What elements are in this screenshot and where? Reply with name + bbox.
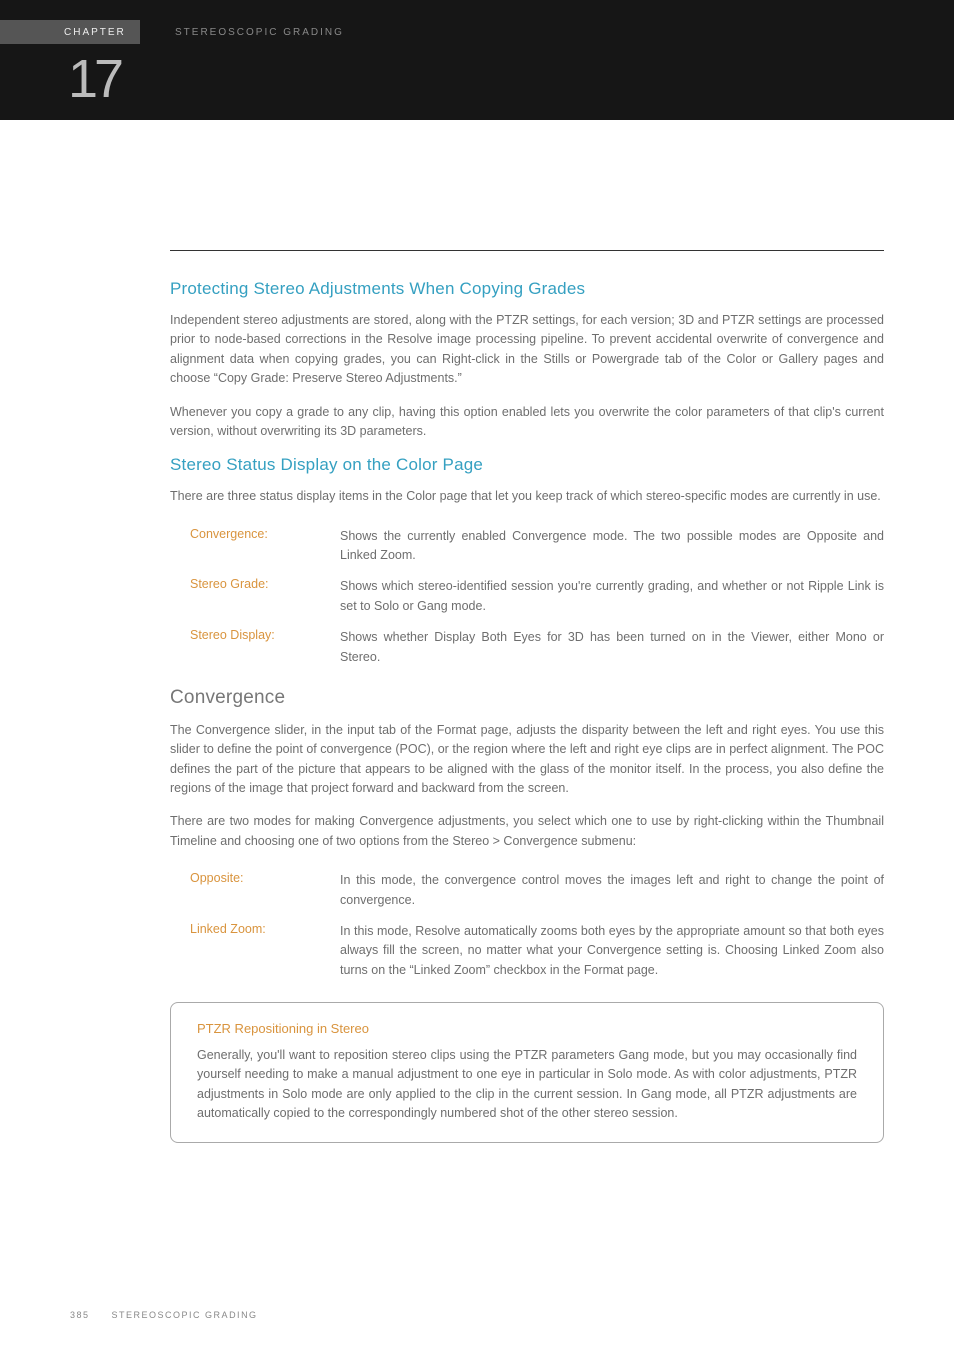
definition-list-convergence: Opposite: In this mode, the convergence … xyxy=(170,865,884,986)
definition-row: Stereo Grade: Shows which stereo-identif… xyxy=(170,571,884,622)
page-footer: 385 STEREOSCOPIC GRADING xyxy=(70,1310,258,1320)
header-bar: CHAPTER STEREOSCOPIC GRADING 17 xyxy=(0,0,954,120)
definition-desc: Shows which stereo-identified session yo… xyxy=(340,571,884,622)
definition-row: Convergence: Shows the currently enabled… xyxy=(170,521,884,572)
page: CHAPTER STEREOSCOPIC GRADING 17 Protecti… xyxy=(0,0,954,1350)
definition-list-status: Convergence: Shows the currently enabled… xyxy=(170,521,884,673)
chapter-number: 17 xyxy=(68,48,120,110)
definition-term: Opposite: xyxy=(170,865,340,916)
header-section-title: STEREOSCOPIC GRADING xyxy=(175,20,344,44)
page-number: 385 xyxy=(70,1310,90,1320)
definition-term: Convergence: xyxy=(170,521,340,572)
definition-row: Linked Zoom: In this mode, Resolve autom… xyxy=(170,916,884,986)
heading-convergence: Convergence xyxy=(170,687,884,709)
para-s3-p2: There are two modes for making Convergen… xyxy=(170,812,884,851)
definition-desc: Shows whether Display Both Eyes for 3D h… xyxy=(340,622,884,673)
horizontal-rule xyxy=(170,250,884,251)
heading-protecting: Protecting Stereo Adjustments When Copyi… xyxy=(170,279,884,299)
definition-desc: In this mode, Resolve automatically zoom… xyxy=(340,916,884,986)
content-area: Protecting Stereo Adjustments When Copyi… xyxy=(0,120,954,1143)
definition-term: Stereo Display: xyxy=(170,622,340,673)
para-s2-intro: There are three status display items in … xyxy=(170,487,884,506)
definition-term: Stereo Grade: xyxy=(170,571,340,622)
callout-box: PTZR Repositioning in Stereo Generally, … xyxy=(170,1002,884,1143)
callout-body: Generally, you'll want to reposition ste… xyxy=(197,1046,857,1124)
heading-stereo-status: Stereo Status Display on the Color Page xyxy=(170,455,884,475)
para-s1-p1: Independent stereo adjustments are store… xyxy=(170,311,884,389)
definition-row: Stereo Display: Shows whether Display Bo… xyxy=(170,622,884,673)
definition-term: Linked Zoom: xyxy=(170,916,340,986)
chapter-label: CHAPTER xyxy=(64,27,126,38)
footer-title: STEREOSCOPIC GRADING xyxy=(112,1310,258,1320)
callout-title: PTZR Repositioning in Stereo xyxy=(197,1021,857,1036)
para-s3-p1: The Convergence slider, in the input tab… xyxy=(170,721,884,799)
definition-desc: In this mode, the convergence control mo… xyxy=(340,865,884,916)
definition-desc: Shows the currently enabled Convergence … xyxy=(340,521,884,572)
chapter-strip: CHAPTER xyxy=(0,20,140,44)
definition-row: Opposite: In this mode, the convergence … xyxy=(170,865,884,916)
para-s1-p2: Whenever you copy a grade to any clip, h… xyxy=(170,403,884,442)
